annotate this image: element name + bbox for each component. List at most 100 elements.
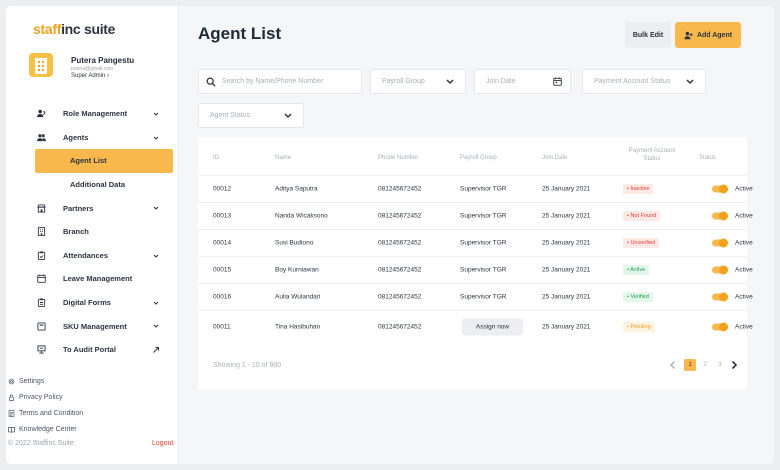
table-row[interactable]: 00011 Tina Hasibuhan 081245672452 Assign no… bbox=[198, 310, 753, 343]
status-toggle[interactable] bbox=[712, 265, 728, 275]
user-role[interactable]: Super Admin › bbox=[71, 73, 109, 79]
sidebar-item-attendances[interactable]: Attendances bbox=[29, 244, 173, 268]
footer-link-label: Terms and Condition bbox=[19, 409, 84, 417]
footer-link-settings[interactable]: Settings bbox=[6, 373, 178, 389]
sidebar-item-agents[interactable]: Agents bbox=[29, 126, 173, 150]
payment-account-status-select[interactable]: Payment Account Status bbox=[582, 69, 706, 94]
sidebar-item-partners[interactable]: Partners bbox=[29, 196, 173, 220]
sidebar-item-label: Leave Management bbox=[63, 274, 133, 284]
cell-phone: 081245672452 bbox=[378, 212, 422, 220]
cell-status: Active bbox=[735, 323, 753, 331]
cell-id: 00014 bbox=[213, 239, 232, 247]
table-row[interactable]: 00014 Susi Budiono 081245672452 Supervisor … bbox=[198, 229, 753, 256]
page-number[interactable]: 3 bbox=[714, 359, 726, 371]
add-agent-button[interactable]: Add Agent bbox=[675, 22, 741, 48]
chevron-down-icon bbox=[153, 324, 159, 329]
agent-status-select[interactable]: Agent Status bbox=[198, 103, 304, 128]
sidebar-nav: Role Management Agents Agent List Additiona… bbox=[29, 102, 173, 362]
avatar bbox=[29, 53, 53, 77]
table-row[interactable]: 00013 Nanda Wicaksono 081245672452 Supervis… bbox=[198, 202, 753, 229]
column-header-status[interactable]: Status bbox=[699, 155, 716, 161]
agent-status-label: Agent Status bbox=[210, 112, 251, 119]
status-toggle[interactable] bbox=[712, 292, 728, 302]
sidebar-item-role-management[interactable]: Role Management bbox=[29, 102, 173, 126]
column-header-id[interactable]: ID bbox=[213, 155, 219, 161]
sidebar-item-label: Role Management bbox=[63, 109, 128, 119]
table-row[interactable]: 00016 Aulia Wulandari 081245672452 Supervis… bbox=[198, 283, 753, 310]
page-number[interactable]: 2 bbox=[699, 359, 711, 371]
cell-id: 00011 bbox=[213, 323, 231, 331]
column-header-name[interactable]: Name bbox=[275, 155, 291, 161]
sidebar-item-digital-forms[interactable]: Digital Forms bbox=[29, 291, 173, 315]
chevron-right-icon[interactable] bbox=[729, 360, 739, 370]
sidebar-item-label: Agent List bbox=[70, 156, 107, 166]
cell-name: Aditya Saputra bbox=[275, 185, 318, 193]
page-number[interactable]: 1 bbox=[684, 359, 696, 371]
book-icon bbox=[8, 426, 19, 434]
audit-icon bbox=[36, 345, 46, 355]
cell-name: Nanda Wicaksono bbox=[275, 212, 328, 220]
payment-account-status-label: Payment Account Status bbox=[594, 78, 671, 85]
user-profile[interactable]: Putera Pangestu putera@gmail.com Super A… bbox=[29, 51, 169, 83]
payment-status-badge: • Inactive bbox=[623, 184, 654, 194]
sidebar-footer: Settings Privacy Policy Terms and Conditio… bbox=[6, 373, 178, 438]
payment-status-badge: • Pending bbox=[623, 322, 655, 332]
sidebar-item-label: To Audit Portal bbox=[63, 345, 116, 355]
sidebar-item-label: Branch bbox=[63, 227, 89, 237]
attendance-icon bbox=[36, 250, 46, 260]
cell-phone: 081245672452 bbox=[378, 239, 422, 247]
cell-status: Active bbox=[735, 293, 753, 301]
role-icon bbox=[36, 109, 46, 119]
chevron-down-icon bbox=[446, 79, 454, 85]
cell-name: Boy Kurniawan bbox=[275, 266, 319, 274]
status-toggle[interactable] bbox=[712, 238, 728, 248]
sidebar-item-additional-data[interactable]: Additional Data bbox=[29, 173, 173, 197]
sidebar-item-to-audit-portal[interactable]: To Audit Portal bbox=[29, 338, 173, 362]
cell-id: 00016 bbox=[213, 293, 232, 301]
footer-link-privacy-policy[interactable]: Privacy Policy bbox=[6, 389, 178, 405]
footer-link-label: Knowledge Center bbox=[19, 426, 77, 434]
cell-name: Susi Budiono bbox=[275, 239, 314, 247]
chevron-left-icon[interactable] bbox=[668, 360, 678, 370]
sidebar-item-label: Partners bbox=[63, 203, 94, 213]
cell-join-date: 25 January 2021 bbox=[542, 323, 591, 331]
add-agent-label: Add Agent bbox=[696, 31, 733, 39]
copyright: © 2022 Staffinc Suite bbox=[8, 440, 74, 447]
sidebar-item-branch[interactable]: Branch bbox=[29, 220, 173, 244]
footer-link-terms-and-condition[interactable]: Terms and Condition bbox=[6, 405, 178, 421]
payroll-group-select[interactable]: Payroll Group bbox=[370, 69, 466, 94]
sidebar-item-leave-management[interactable]: Leave Management bbox=[29, 267, 173, 291]
chevron-down-icon bbox=[686, 79, 694, 85]
cell-status: Active bbox=[735, 212, 753, 220]
calendar-icon bbox=[553, 77, 562, 86]
table-row[interactable]: 00012 Aditya Saputra 081245672452 Superviso… bbox=[198, 175, 753, 202]
sidebar-item-sku-management[interactable]: SKU Management bbox=[29, 314, 173, 338]
column-header-join-date[interactable]: Join Date bbox=[542, 155, 567, 161]
column-header-payroll-group[interactable]: Payroll Group bbox=[460, 155, 497, 161]
bulk-edit-button[interactable]: Bulk Edit bbox=[625, 22, 671, 48]
sidebar-item-agent-list[interactable]: Agent List bbox=[35, 149, 173, 173]
status-toggle[interactable] bbox=[712, 322, 728, 332]
cell-name: Aulia Wulandari bbox=[275, 293, 321, 301]
status-toggle[interactable] bbox=[712, 211, 728, 221]
search-input[interactable]: Search by Name/Phone Number bbox=[198, 69, 362, 94]
payment-status-badge: • Not Found bbox=[623, 211, 661, 221]
gear-icon bbox=[8, 378, 19, 385]
page-title: Agent List bbox=[198, 24, 282, 43]
column-header-phone-number[interactable]: Phone Number bbox=[378, 155, 418, 161]
cell-id: 00013 bbox=[213, 212, 232, 220]
table-row[interactable]: 00015 Boy Kurniawan 081245672452 Supervisor… bbox=[198, 256, 753, 283]
app-window: staffinc suite Putera Pangestu putera@gm… bbox=[6, 6, 774, 464]
cell-join-date: 25 January 2021 bbox=[542, 185, 591, 193]
assign-now-button[interactable]: Assign now bbox=[462, 318, 523, 336]
status-toggle[interactable] bbox=[712, 184, 728, 194]
logout-link[interactable]: Logout bbox=[152, 440, 173, 447]
join-date-picker[interactable]: Join Date bbox=[474, 69, 571, 94]
form-icon bbox=[36, 298, 46, 308]
main-content: Agent List Bulk Edit Add Agent Search by… bbox=[178, 6, 774, 464]
cell-join-date: 25 January 2021 bbox=[542, 266, 591, 274]
footer-link-knowledge-center[interactable]: Knowledge Center bbox=[6, 422, 178, 438]
agents-icon bbox=[36, 132, 46, 142]
agent-table: Showing 1 - 10 of 800 123 ID Name Phone Nu… bbox=[198, 137, 753, 390]
column-header-payment-account-status[interactable]: Payment Account Status bbox=[625, 147, 679, 163]
